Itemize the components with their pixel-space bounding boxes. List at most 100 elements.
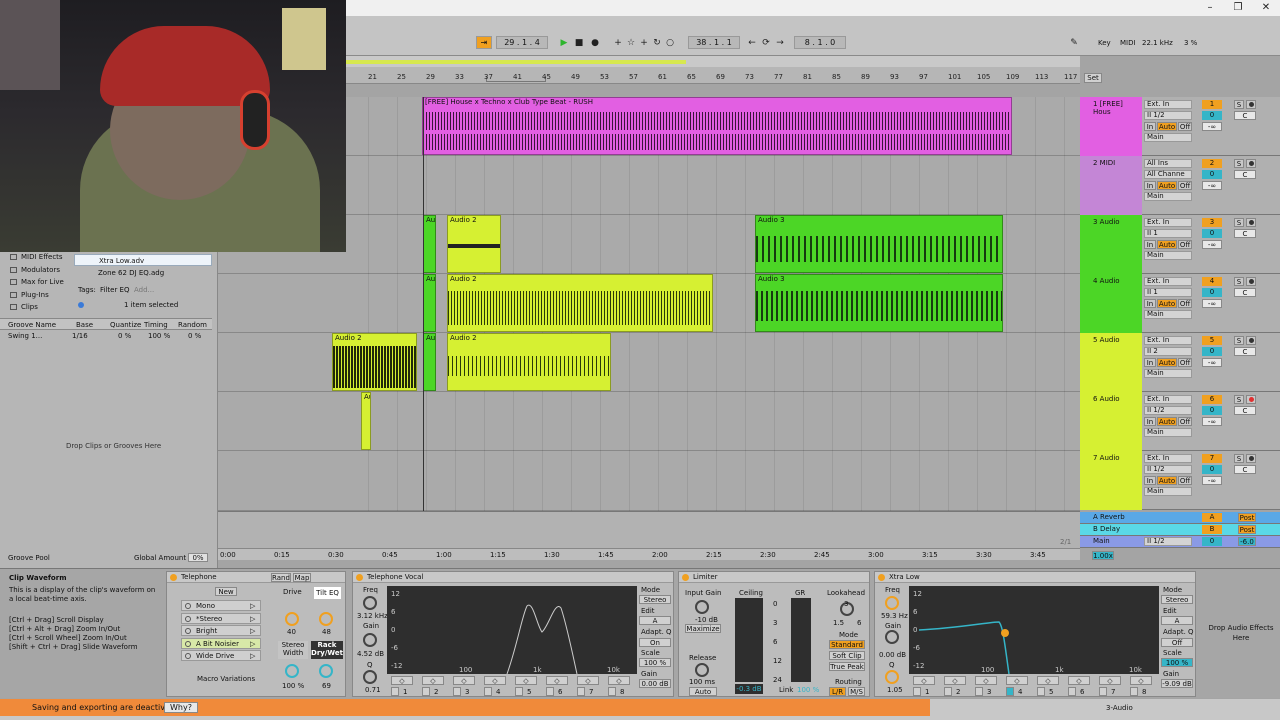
telephone-rack[interactable]: Telephone Rand Map New Mono ▷ *Stereo ▷ Brig… [166, 571, 346, 697]
arm-button[interactable] [1246, 277, 1256, 286]
band-toggle[interactable] [1068, 687, 1076, 696]
mode-soft-clip[interactable]: Soft Clip [829, 651, 865, 660]
send-a[interactable]: -∞ [1202, 122, 1222, 131]
scale-value[interactable]: 100 % [1161, 658, 1193, 667]
band-toggle[interactable] [975, 687, 983, 696]
macro-knob[interactable] [319, 664, 333, 678]
loop-start[interactable]: 38 . 1 . 1 [688, 36, 740, 49]
groove-random[interactable]: 0 % [188, 332, 201, 340]
chain-select-icon[interactable] [185, 615, 191, 622]
new-variation-button[interactable]: New [215, 587, 237, 596]
return-a-post[interactable]: Post [1238, 513, 1256, 522]
session-record-icon[interactable]: + [638, 37, 650, 49]
loop-length[interactable]: 8 . 1 . 0 [794, 36, 846, 49]
track-output[interactable]: Main [1144, 133, 1192, 142]
chain-select-icon[interactable] [185, 653, 191, 659]
monitor-in-button[interactable]: In [1144, 122, 1156, 131]
groove-timing[interactable]: 100 % [148, 332, 170, 340]
return-b[interactable]: B Delay B Post [1080, 524, 1280, 536]
solo-button[interactable]: S [1234, 336, 1244, 345]
monitor-in-button[interactable]: In [1144, 476, 1156, 485]
rack-chain[interactable]: *Stereo ▷ [181, 612, 261, 624]
band-toggle[interactable] [453, 687, 461, 696]
track-name[interactable]: 5 Audio [1080, 333, 1142, 391]
track-volume[interactable]: 0 [1202, 229, 1222, 238]
solo-button[interactable]: S [1234, 454, 1244, 463]
chain-select-icon[interactable] [185, 640, 191, 647]
monitor-off-button[interactable]: Off [1178, 240, 1192, 249]
band-toggle[interactable] [1130, 687, 1138, 696]
track-pan[interactable]: C [1234, 465, 1256, 474]
track-name[interactable]: 2 MIDI [1080, 156, 1142, 214]
clip-track4-b[interactable]: Audio 2 [447, 274, 713, 332]
monitor-in-button[interactable]: In [1144, 417, 1156, 426]
mode-select[interactable]: Stereo [639, 595, 671, 604]
track-volume[interactable]: 0 [1202, 465, 1222, 474]
xtra-low-eq[interactable]: Xtra Low Freq 59.3 Hz Gain 0.00 dB Q 1.0… [874, 571, 1196, 697]
track-volume[interactable]: 0 [1202, 406, 1222, 415]
band-filter-type[interactable]: ◇ [1099, 676, 1121, 685]
band-toggle[interactable] [608, 687, 616, 696]
track-input-channel[interactable]: II 1/2 [1144, 406, 1192, 415]
track-activator[interactable]: 4 [1202, 277, 1222, 286]
main-track[interactable]: Main II 1/2 0 -6.0 [1080, 536, 1280, 548]
groove-row[interactable]: Swing 1... 1/16 0 % 100 % 0 % [0, 331, 212, 342]
device-on-icon[interactable] [878, 574, 885, 581]
monitor-in-button[interactable]: In [1144, 240, 1156, 249]
play-icon[interactable]: ▷ [250, 652, 255, 660]
track-input-channel[interactable]: II 1 [1144, 288, 1192, 297]
follow-icon[interactable]: ⇥ [476, 36, 492, 49]
band-toggle[interactable] [913, 687, 921, 696]
track-input-channel[interactable]: II 1/2 [1144, 111, 1192, 120]
band-toggle[interactable] [1099, 687, 1107, 696]
return-a[interactable]: A Reverb A Post [1080, 512, 1280, 524]
track-name[interactable]: 4 Audio [1080, 274, 1142, 332]
send-a[interactable]: -∞ [1202, 358, 1222, 367]
rack-chain[interactable]: Mono ▷ [181, 600, 261, 611]
track-input-type[interactable]: Ext. In [1144, 454, 1192, 463]
close-icon[interactable]: ✕ [1252, 0, 1280, 16]
groove-quantize[interactable]: 0 % [118, 332, 131, 340]
send-a[interactable]: -∞ [1202, 299, 1222, 308]
input-gain-knob[interactable] [695, 600, 709, 614]
tag-add[interactable]: Add... [134, 286, 154, 294]
arrangement-position[interactable]: 29 . 1 . 4 [496, 36, 548, 49]
clip-track3-c[interactable]: Audio 3 [755, 215, 1003, 273]
main-volume[interactable]: 0 [1202, 537, 1222, 546]
send-a[interactable]: -∞ [1202, 181, 1222, 190]
send-a[interactable]: -∞ [1202, 476, 1222, 485]
track-input-type[interactable]: Ext. In [1144, 218, 1192, 227]
macro-knob[interactable] [319, 612, 333, 626]
monitor-off-button[interactable]: Off [1178, 299, 1192, 308]
browser-category[interactable]: Clips [10, 303, 38, 311]
solo-button[interactable]: S [1234, 277, 1244, 286]
eq-display[interactable] [909, 586, 1159, 674]
track-pan[interactable]: C [1234, 347, 1256, 356]
band-toggle[interactable] [515, 687, 523, 696]
rack-chain[interactable]: A Bit Noisier ▷ [181, 637, 261, 649]
clip-track5-b[interactable]: Au [423, 333, 436, 391]
monitor-off-button[interactable]: Off [1178, 417, 1192, 426]
monitor-auto-button[interactable]: Auto [1157, 417, 1177, 426]
track-header[interactable]: 3 Audio Ext. In II 1 In Auto Off Main 3 S 0 C -∞ [1080, 215, 1280, 274]
track-pan[interactable]: C [1234, 111, 1256, 120]
chain-select-icon[interactable] [185, 628, 191, 634]
arm-button[interactable] [1246, 218, 1256, 227]
browser-category[interactable]: Plug-Ins [10, 291, 49, 299]
track-input-type[interactable]: Ext. In [1144, 336, 1192, 345]
monitor-off-button[interactable]: Off [1178, 476, 1192, 485]
midi-map-button[interactable]: MIDI [1120, 39, 1136, 47]
play-icon[interactable]: ▶ [558, 37, 570, 49]
return-b-post[interactable]: Post [1238, 525, 1256, 534]
clip-track5-c[interactable]: Audio 2 [447, 333, 611, 391]
arm-button[interactable] [1246, 454, 1256, 463]
solo-button[interactable]: S [1234, 100, 1244, 109]
restore-icon[interactable]: ❐ [1224, 0, 1252, 16]
automation-arm-icon[interactable]: ☆ [625, 37, 637, 49]
send-a[interactable]: -∞ [1202, 240, 1222, 249]
track-input-channel[interactable]: All Channe [1144, 170, 1192, 179]
telephone-vocal-eq[interactable]: Telephone Vocal Freq 3.12 kHz Gain 4.52 … [352, 571, 674, 697]
device-on-icon[interactable] [170, 574, 177, 581]
release-knob[interactable] [695, 663, 709, 677]
track-output[interactable]: Main [1144, 369, 1192, 378]
